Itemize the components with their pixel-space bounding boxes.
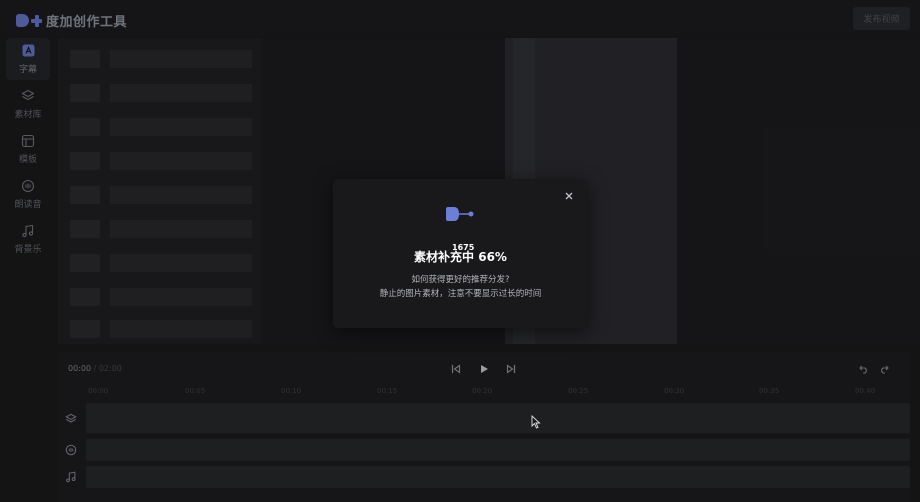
logo-mark-icon xyxy=(16,13,42,28)
music-note-icon xyxy=(64,470,78,484)
close-icon[interactable] xyxy=(562,189,576,203)
sidebar-item-template[interactable]: 模板 xyxy=(6,128,50,170)
layers-icon xyxy=(64,412,78,426)
ruler-tick-label: 00:15 xyxy=(377,387,398,395)
loading-graphic-icon xyxy=(443,204,475,226)
sidebar-item-label: 朗读音 xyxy=(14,199,42,210)
ruler-tick-label: 00:00 xyxy=(88,387,109,395)
ruler-tick-label: 00:40 xyxy=(855,387,876,395)
sidebar-item-music[interactable]: 背景乐 xyxy=(6,218,50,260)
ruler-tick-label: 00:30 xyxy=(664,387,685,395)
sidebar-item-label: 背景乐 xyxy=(14,244,42,255)
publish-video-button[interactable]: 发布视频 xyxy=(853,7,910,30)
layers-icon xyxy=(21,89,35,103)
ruler-tick-label: 00:25 xyxy=(568,387,589,395)
sidebar-item-label: 模板 xyxy=(18,154,37,165)
music-note-icon xyxy=(21,224,35,238)
template-icon xyxy=(21,134,35,148)
sidebar-item-subtitle[interactable]: 字幕 xyxy=(6,38,50,80)
play-icon[interactable] xyxy=(477,362,491,376)
ruler-tick-label: 00:20 xyxy=(472,387,493,395)
skip-forward-icon[interactable] xyxy=(504,362,518,376)
ruler-tick-label: 00:05 xyxy=(185,387,206,395)
progress-title: 素材补充中 66% xyxy=(414,250,507,264)
time-separator: / xyxy=(91,364,99,373)
voice-icon xyxy=(64,443,78,457)
current-time: 00:00 xyxy=(68,364,92,373)
mouse-cursor-icon xyxy=(531,414,541,429)
video-track[interactable] xyxy=(86,403,910,433)
sidebar-item-voice[interactable]: 朗读音 xyxy=(6,173,50,215)
sidebar-item-label: 字幕 xyxy=(18,64,37,75)
total-time: 02:00 xyxy=(98,364,122,373)
voice-icon xyxy=(21,179,35,193)
tip-question: 如何获得更好的推荐分发? xyxy=(411,275,510,285)
sidebar-item-label: 素材库 xyxy=(14,109,42,120)
ruler-tick-label: 00:35 xyxy=(759,387,780,395)
material-supplement-dialog: 1675 素材补充中 66% 如何获得更好的推荐分发? 静止的图片素材，注意不要… xyxy=(333,179,588,328)
list-item[interactable] xyxy=(70,288,252,306)
subtitle-icon xyxy=(21,44,35,58)
sidebar: 字幕 素材库 模板 朗读音 背景乐 xyxy=(0,36,56,502)
app-logo: 度加创作工具 xyxy=(16,11,127,30)
music-track[interactable] xyxy=(86,466,910,488)
time-readout: 00:00 / 02:00 xyxy=(68,364,122,373)
ruler-tick-label: 00:10 xyxy=(281,387,302,395)
sidebar-item-assets[interactable]: 素材库 xyxy=(6,83,50,125)
list-item[interactable] xyxy=(70,254,252,272)
tip-answer: 静止的图片素材，注意不要显示过长的时间 xyxy=(379,289,542,299)
list-item[interactable] xyxy=(70,84,252,102)
skip-back-icon[interactable] xyxy=(449,362,463,376)
app-title: 度加创作工具 xyxy=(46,15,128,30)
top-bar: 度加创作工具 发布视频 xyxy=(0,0,920,36)
voice-track[interactable] xyxy=(86,439,910,461)
undo-icon[interactable] xyxy=(857,362,871,376)
redo-icon[interactable] xyxy=(877,362,891,376)
list-item[interactable] xyxy=(70,152,252,170)
list-item[interactable] xyxy=(70,50,252,68)
list-item[interactable] xyxy=(70,320,252,338)
list-item[interactable] xyxy=(70,186,252,204)
list-item[interactable] xyxy=(70,118,252,136)
list-item[interactable] xyxy=(70,220,252,238)
subtitle-list-panel xyxy=(58,38,262,344)
